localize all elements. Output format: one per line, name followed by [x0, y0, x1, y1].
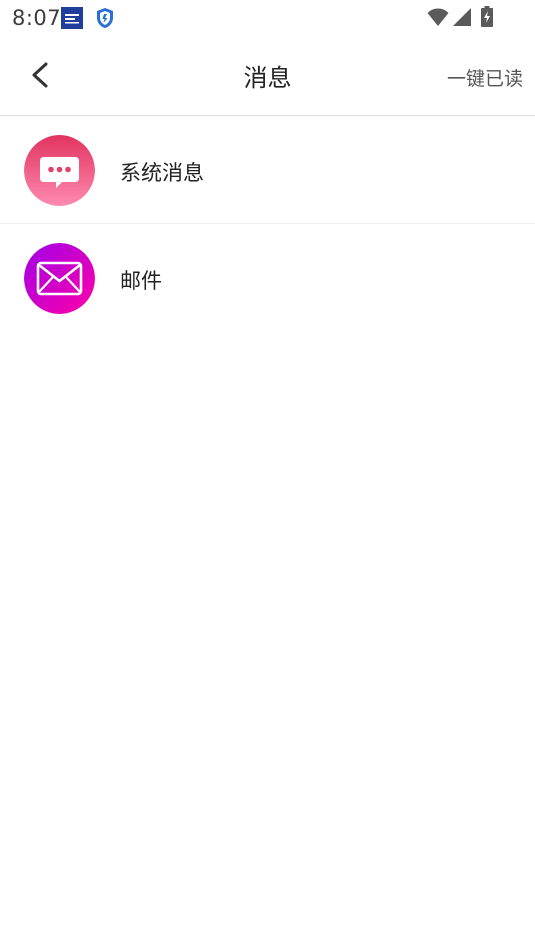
- messages-screen: 8:07 消息 一键已读 系统消息 邮件: [0, 0, 535, 951]
- status-bar: 8:07: [0, 0, 535, 36]
- back-button[interactable]: [22, 56, 58, 94]
- shield-app-icon: [95, 7, 115, 29]
- mark-all-read-button[interactable]: 一键已读: [447, 64, 523, 91]
- list-item-label: 邮件: [120, 269, 162, 293]
- wifi-icon: [427, 7, 449, 27]
- list-item-mail[interactable]: 邮件: [0, 224, 535, 331]
- list-item-system-messages[interactable]: 系统消息: [0, 116, 535, 224]
- status-time: 8:07: [12, 6, 62, 30]
- app-header: 消息 一键已读: [0, 36, 535, 116]
- app-notification-icon: [61, 7, 83, 29]
- list-item-label: 系统消息: [120, 161, 204, 185]
- chat-bubble-icon: [24, 135, 95, 206]
- battery-charging-icon: [481, 6, 493, 27]
- message-category-list: 系统消息 邮件: [0, 116, 535, 331]
- cell-signal-icon: [452, 7, 472, 27]
- mail-envelope-icon: [24, 243, 95, 314]
- chevron-left-icon: [22, 62, 58, 98]
